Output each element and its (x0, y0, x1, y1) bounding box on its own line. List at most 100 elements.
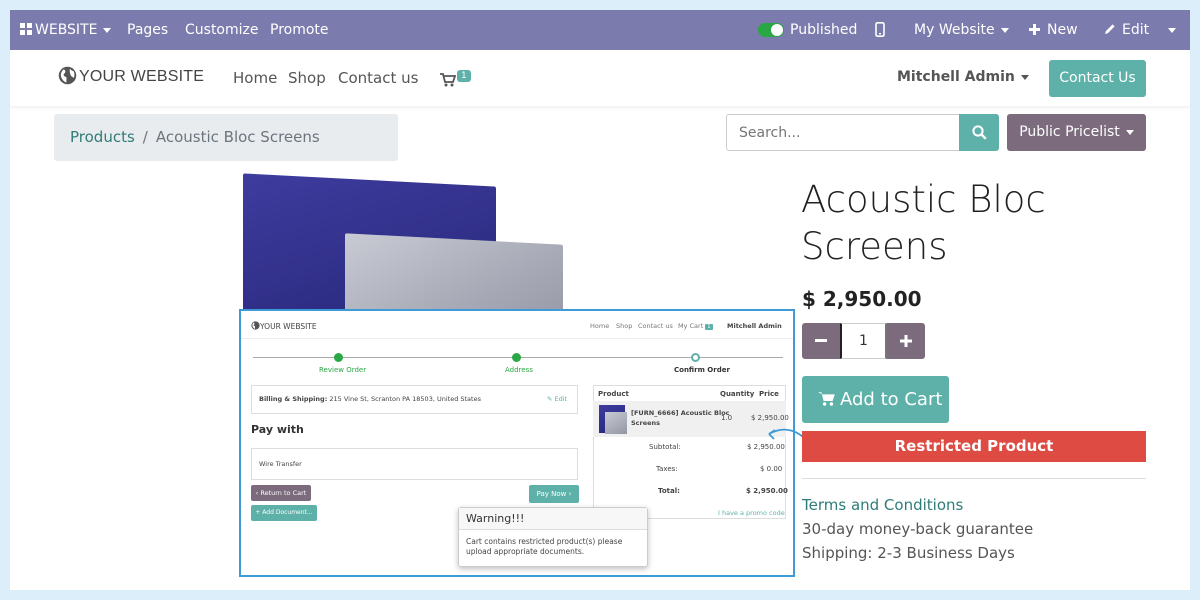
step-address: Address (505, 366, 533, 374)
user-menu[interactable]: Mitchell Admin (897, 69, 1029, 85)
search-icon (972, 125, 987, 140)
website-menu[interactable]: WEBSITE (20, 10, 112, 50)
nav-shop[interactable]: Shop (288, 69, 326, 87)
breadcrumb-current: Acoustic Bloc Screens (155, 128, 320, 146)
inset-warning-title: Warning!!! (459, 508, 647, 530)
inset-subtotal-label: Subtotal: (649, 443, 681, 451)
inset-edit-label: Edit (554, 395, 568, 403)
nav-home[interactable]: Home (233, 69, 277, 87)
add-to-cart-button[interactable]: Add to Cart (802, 376, 949, 423)
site-header: YOUR WEBSITE Home Shop Contact us 1 Mitc… (10, 50, 1190, 106)
caret-down-icon (1020, 74, 1029, 80)
browser-page: WEBSITE Pages Customize Promote Publishe… (10, 10, 1190, 590)
terms-link[interactable]: Terms and Conditions (802, 496, 963, 514)
inset-edit-link: ✎ Edit (547, 395, 568, 403)
breadcrumb-products-link[interactable]: Products (70, 128, 135, 146)
checkout-screenshot-inset: YOUR WEBSITE Home Shop Contact us My Car… (239, 309, 795, 577)
inset-product-thumb-grey (605, 412, 627, 434)
breadcrumb-separator: / (142, 128, 148, 146)
nav-contact-us[interactable]: Contact us (338, 69, 418, 87)
step-done-icon (334, 353, 343, 362)
inset-cart-label: My Cart (678, 322, 704, 330)
globe-icon (58, 66, 77, 85)
inset-product-price: $ 2,950.00 (751, 414, 789, 422)
pages-menu[interactable]: Pages (127, 10, 168, 50)
my-website-menu[interactable]: My Website (914, 10, 1009, 50)
quantity-increase-button[interactable] (887, 323, 925, 359)
inset-billing-label: Billing & Shipping: (259, 395, 328, 403)
inset-total: $ 2,950.00 (746, 487, 788, 495)
globe-icon (251, 321, 260, 330)
inset-cart-count: 1 (705, 324, 713, 330)
published-label: Published (790, 22, 858, 38)
quantity-decrease-button[interactable] (802, 323, 840, 359)
step-review-order: Review Order (319, 366, 367, 374)
edit-button[interactable]: Edit (1104, 10, 1149, 50)
inset-nav-home: Home (590, 322, 610, 330)
pricelist-dropdown[interactable]: Public Pricelist (1007, 114, 1146, 151)
inset-logo-text: YOUR WEBSITE (260, 322, 317, 331)
inset-warning-popover: Warning!!! Cart contains restricted prod… (458, 507, 648, 567)
pencil-icon (1105, 24, 1115, 34)
inset-nav-cart: My Cart 1 (678, 322, 713, 330)
inset-billing: Billing & Shipping: 215 Vine St, Scranto… (259, 395, 481, 403)
new-label: New (1047, 22, 1078, 38)
inset-promo-link: I have a promo code (718, 509, 785, 517)
inset-nav-contact: Contact us (638, 322, 673, 330)
inset-product-line1: [FURN_6666] Acoustic Bloc (631, 409, 730, 417)
inset-return-to-cart: ‹ Return to Cart (251, 485, 311, 501)
step-confirm-order: Confirm Order (674, 366, 730, 374)
caret-down-icon (1000, 27, 1009, 33)
edit-label: Edit (1122, 22, 1150, 38)
product-price: $ 2,950.00 (802, 287, 922, 311)
toggle-switch-icon (758, 23, 784, 37)
inset-warning-text: Cart contains restricted product(s) plea… (466, 537, 623, 556)
inset-taxes: $ 0.00 (760, 465, 783, 473)
add-to-cart-label: Add to Cart (840, 389, 943, 410)
inset-add-document: + Add Document... (251, 505, 317, 521)
user-name: Mitchell Admin (897, 69, 1015, 85)
new-button[interactable]: New (1029, 10, 1078, 50)
published-toggle[interactable]: Published (758, 10, 857, 50)
my-website-label: My Website (914, 22, 995, 38)
promote-menu[interactable]: Promote (270, 10, 329, 50)
minus-icon (815, 339, 827, 342)
admin-bar: WEBSITE Pages Customize Promote Publishe… (10, 10, 1190, 50)
product-title: Acoustic Bloc Screens (801, 178, 1046, 268)
search-button[interactable] (959, 114, 999, 151)
inset-pay-now-label: Pay Now (536, 490, 567, 498)
more-menu-button[interactable] (1168, 10, 1176, 50)
search-input[interactable] (726, 114, 960, 151)
nav-cart[interactable]: 1 (440, 70, 471, 89)
shipping-text: Shipping: 2-3 Business Days (802, 544, 1015, 562)
inset-logo: YOUR WEBSITE (251, 321, 317, 331)
cart-icon (818, 392, 835, 406)
caret-down-icon (103, 27, 112, 33)
caret-down-icon (1125, 129, 1134, 135)
inset-th-price: Price (759, 390, 779, 398)
inset-th-quantity: Quantity (720, 390, 755, 398)
guarantee-text: 30-day money-back guarantee (802, 520, 1034, 538)
inset-user: Mitchell Admin (727, 322, 782, 330)
inset-product-qty: 1.0 (721, 414, 733, 422)
step-done-icon (512, 353, 521, 362)
step-current-icon (691, 353, 700, 362)
inset-th-product: Product (598, 390, 629, 398)
mobile-icon (875, 22, 885, 37)
quantity-input[interactable] (840, 323, 887, 359)
inset-payment-method: Wire Transfer (259, 460, 302, 468)
apps-grid-icon (20, 23, 32, 35)
inset-total-label: Total: (658, 487, 680, 495)
inset-pay-now: Pay Now › (529, 485, 579, 503)
inset-pay-with: Pay with (251, 423, 304, 436)
contact-us-button[interactable]: Contact Us (1049, 60, 1146, 97)
logo-text: YOUR WEBSITE (79, 68, 205, 85)
cart-count-badge: 1 (457, 70, 471, 82)
breadcrumb: Products / Acoustic Bloc Screens (54, 114, 398, 161)
mobile-preview-button[interactable] (875, 10, 885, 50)
inset-billing-address: 215 Vine St, Scranton PA 18503, United S… (329, 395, 481, 403)
caret-down-icon (1168, 27, 1176, 33)
customize-menu[interactable]: Customize (185, 10, 259, 50)
inset-product-line2: Screens (631, 419, 661, 427)
site-logo[interactable]: YOUR WEBSITE (58, 66, 204, 86)
